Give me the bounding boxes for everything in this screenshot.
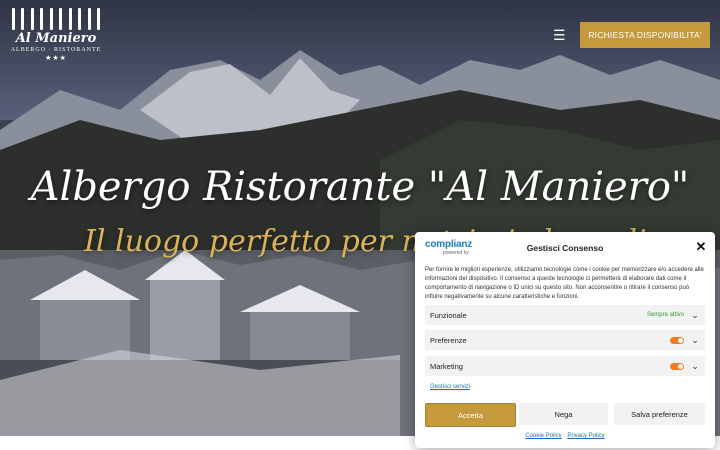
consent-description: Per fornire le migliori esperienze, util… <box>425 267 704 300</box>
chevron-down-icon[interactable]: ⌄ <box>690 310 700 321</box>
hero-title: Albergo Ristorante "Al Maniero" <box>30 164 690 210</box>
close-icon[interactable]: ✕ <box>695 240 707 253</box>
policy-links: Cookie Policy Privacy Policy <box>415 433 715 439</box>
always-active-badge: Sempre attivo <box>646 312 684 318</box>
preferences-toggle[interactable] <box>670 336 684 344</box>
logo-name: Al Maniero <box>15 31 97 46</box>
category-label: Preferenze <box>430 335 467 345</box>
accept-button[interactable]: Accetta <box>425 403 516 427</box>
category-marketing[interactable]: Marketing ⌄ <box>425 356 705 376</box>
consent-title: Gestisci Consenso <box>526 243 604 253</box>
chevron-down-icon[interactable]: ⌄ <box>690 361 700 372</box>
logo-stars: ★★★ <box>45 55 67 62</box>
cutlery-icon <box>10 8 102 30</box>
chevron-down-icon[interactable]: ⌄ <box>690 335 700 346</box>
top-bar: Al Maniero ALBERGO · RISTORANTE ★★★ ☰ RI… <box>0 0 720 72</box>
availability-request-button[interactable]: RICHIESTA DISPONIBILITA' <box>580 22 710 48</box>
category-label: Marketing <box>430 361 463 371</box>
manage-services-link[interactable]: Gestisci servizi <box>430 384 470 390</box>
privacy-policy-link[interactable]: Privacy Policy <box>567 433 604 439</box>
cookie-consent-dialog: complianz powered by Gestisci Consenso ✕… <box>415 232 715 448</box>
category-label: Funzionale <box>430 310 467 320</box>
deny-button[interactable]: Nega <box>519 403 608 425</box>
category-functional[interactable]: Funzionale Sempre attivo ⌄ <box>425 305 705 325</box>
hamburger-menu-icon[interactable]: ☰ <box>553 28 567 42</box>
save-preferences-button[interactable]: Salva preferenze <box>614 403 705 425</box>
marketing-toggle[interactable] <box>670 362 684 370</box>
category-preferences[interactable]: Preferenze ⌄ <box>425 330 705 350</box>
cookie-policy-link[interactable]: Cookie Policy <box>525 433 561 439</box>
logo-subtitle: ALBERGO · RISTORANTE <box>10 47 102 53</box>
logo[interactable]: Al Maniero ALBERGO · RISTORANTE ★★★ <box>10 8 102 70</box>
